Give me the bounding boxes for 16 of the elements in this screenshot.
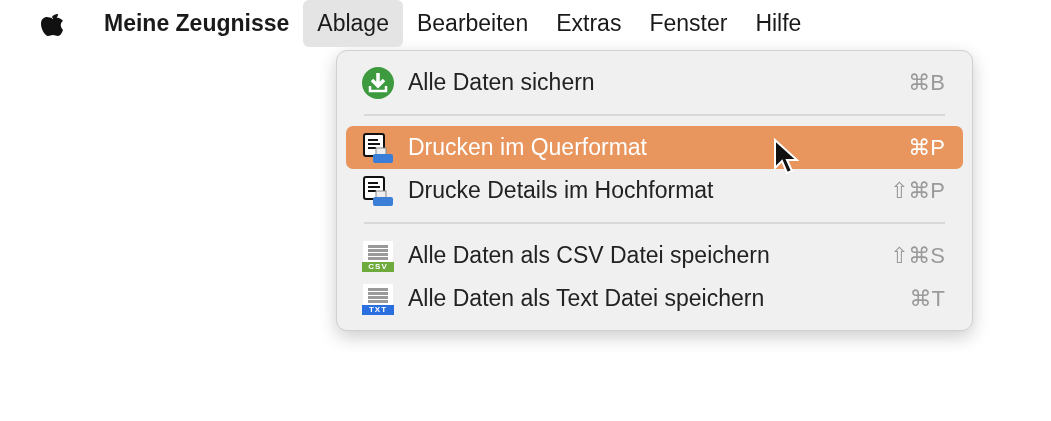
mouse-pointer-icon (773, 138, 799, 176)
menu-title[interactable]: Extras (542, 0, 636, 47)
menu-title[interactable]: Bearbeiten (402, 0, 543, 47)
spreadsheet-file-icon: CSV (362, 239, 394, 272)
spreadsheet-file-icon: TXT (362, 282, 394, 315)
menu-item[interactable]: TXT Alle Daten als Text Datei speichern ⌘T (346, 277, 963, 320)
download-icon (362, 66, 394, 99)
app-name[interactable]: Meine Zeugnisse (104, 10, 290, 37)
menu-title[interactable]: Fenster (635, 0, 742, 47)
menu-title[interactable]: Ablage (303, 0, 403, 47)
menu-title[interactable]: Hilfe (741, 0, 816, 47)
menu-item[interactable]: CSV Alle Daten als CSV Datei speichern ⇧⌘S (346, 234, 963, 277)
printer-icon (362, 174, 394, 207)
printer-icon (362, 131, 394, 164)
menu-item[interactable]: Drucke Details im Hochformat ⇧⌘P (346, 169, 963, 212)
menu-item[interactable]: Alle Daten sichern ⌘B (346, 61, 963, 104)
